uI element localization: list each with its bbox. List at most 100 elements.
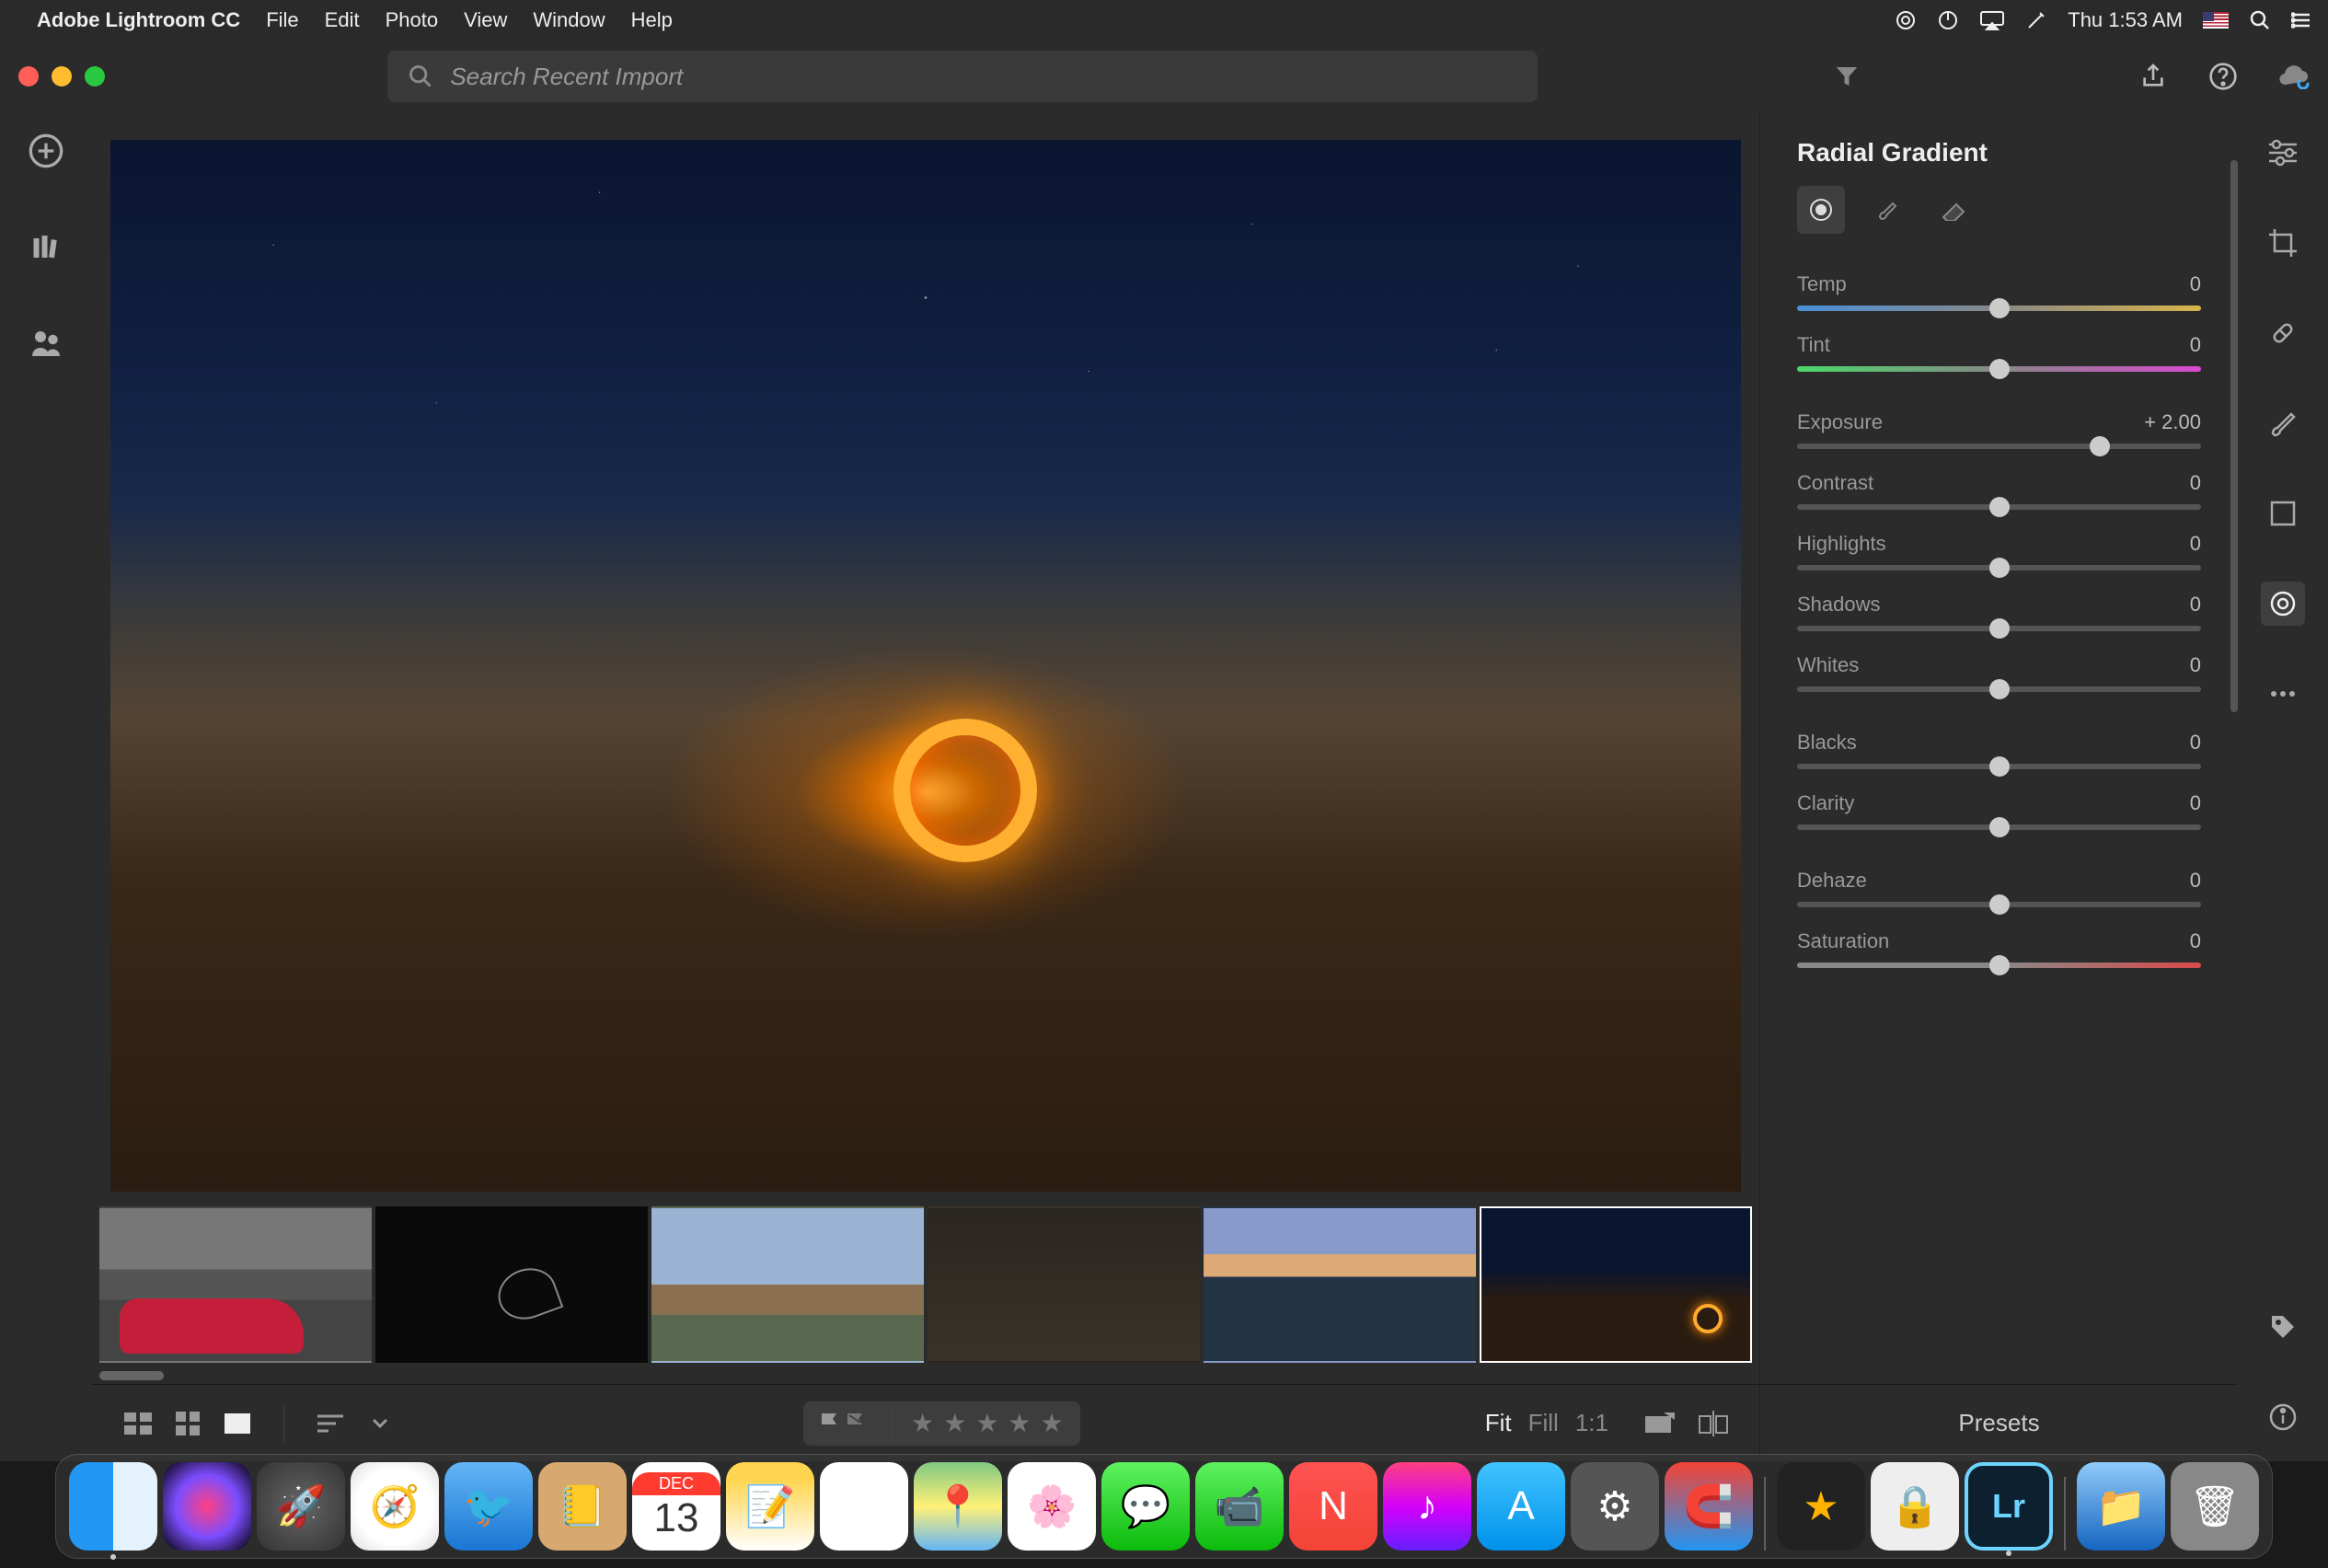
presets-button[interactable]: Presets: [1760, 1384, 2238, 1461]
square-grid-view-icon[interactable]: [169, 1409, 206, 1438]
spotlight-icon[interactable]: [2249, 9, 2271, 31]
dock-safari-icon[interactable]: 🧭: [351, 1462, 439, 1551]
slider-knob[interactable]: [1989, 817, 2010, 837]
menu-view[interactable]: View: [464, 8, 507, 32]
menu-help[interactable]: Help: [631, 8, 673, 32]
more-tools-icon[interactable]: [2261, 672, 2305, 716]
window-close-button[interactable]: [18, 66, 39, 86]
notification-center-icon[interactable]: [2291, 9, 2313, 31]
help-icon[interactable]: [2207, 60, 2240, 93]
star-icon[interactable]: ★: [1041, 1408, 1064, 1438]
input-source-flag[interactable]: [2203, 12, 2229, 29]
dock-maps-icon[interactable]: 📍: [914, 1462, 1002, 1551]
slider-track[interactable]: [1797, 963, 2201, 968]
star-icon[interactable]: ★: [943, 1408, 966, 1438]
dock-trash-icon[interactable]: 🗑: [2171, 1462, 2259, 1551]
slider-knob[interactable]: [1989, 497, 2010, 517]
dock-appstore-icon[interactable]: A: [1477, 1462, 1565, 1551]
slider-knob[interactable]: [1989, 894, 2010, 915]
sort-icon[interactable]: [312, 1409, 349, 1438]
app-name[interactable]: Adobe Lightroom CC: [37, 8, 240, 32]
show-original-icon[interactable]: [1642, 1409, 1678, 1438]
slider-track[interactable]: [1797, 686, 2201, 692]
slider-track[interactable]: [1797, 565, 2201, 571]
dock-downloads-icon[interactable]: 📁: [2077, 1462, 2165, 1551]
dock-reminders-icon[interactable]: ▤: [820, 1462, 908, 1551]
slider-track[interactable]: [1797, 824, 2201, 830]
filmstrip-scrollbar[interactable]: [99, 1371, 1752, 1384]
dock-calendar-icon[interactable]: DEC13: [632, 1462, 720, 1551]
star-icon[interactable]: ★: [911, 1408, 934, 1438]
menu-file[interactable]: File: [266, 8, 298, 32]
slider-knob[interactable]: [1989, 558, 2010, 578]
add-photos-button[interactable]: [26, 131, 66, 171]
dock-facetime-icon[interactable]: 📹: [1195, 1462, 1284, 1551]
zoom-fill[interactable]: Fill: [1528, 1409, 1559, 1437]
dock-imovie-icon[interactable]: ★: [1777, 1462, 1865, 1551]
main-photo[interactable]: [110, 140, 1741, 1192]
sharing-icon[interactable]: [26, 322, 66, 363]
radial-gradient-icon[interactable]: [2261, 582, 2305, 626]
menubar-clock[interactable]: Thu 1:53 AM: [2068, 8, 2183, 32]
dock-notes-icon[interactable]: 📝: [726, 1462, 814, 1551]
brush-mask-icon[interactable]: [1863, 186, 1911, 234]
dock-1password-icon[interactable]: 🔒: [1871, 1462, 1959, 1551]
photo-grid-view-icon[interactable]: [120, 1409, 156, 1438]
filmstrip-thumb[interactable]: [99, 1206, 372, 1363]
slider-knob[interactable]: [2090, 436, 2110, 456]
window-minimize-button[interactable]: [52, 66, 72, 86]
sort-dropdown-icon[interactable]: [362, 1409, 398, 1438]
slider-track[interactable]: [1797, 306, 2201, 311]
dock-sysprefs-icon[interactable]: ⚙︎: [1571, 1462, 1659, 1551]
brush-tool-icon[interactable]: [2261, 401, 2305, 445]
info-icon[interactable]: [2261, 1395, 2305, 1439]
slider-track[interactable]: [1797, 504, 2201, 510]
cloud-sync-icon[interactable]: [2276, 60, 2310, 93]
filmstrip-thumb[interactable]: [1204, 1206, 1476, 1363]
slider-track[interactable]: [1797, 764, 2201, 769]
filmstrip-thumb[interactable]: [375, 1206, 648, 1363]
dock-lightroom-icon[interactable]: Lr: [1965, 1462, 2053, 1551]
compare-view-icon[interactable]: [1695, 1409, 1732, 1438]
radial-mask-icon[interactable]: [1797, 186, 1845, 234]
slider-knob[interactable]: [1989, 756, 2010, 777]
star-icon[interactable]: ★: [1008, 1408, 1031, 1438]
linear-gradient-icon[interactable]: [2261, 491, 2305, 536]
crop-icon[interactable]: [2261, 221, 2305, 265]
filmstrip-thumb-selected[interactable]: [1480, 1206, 1752, 1363]
menu-edit[interactable]: Edit: [325, 8, 360, 32]
edit-sliders-icon[interactable]: [2261, 131, 2305, 175]
slider-knob[interactable]: [1989, 618, 2010, 639]
dock-itunes-icon[interactable]: ♪: [1383, 1462, 1471, 1551]
filmstrip-thumb[interactable]: [651, 1206, 924, 1363]
slider-knob[interactable]: [1989, 298, 2010, 318]
dock-contacts-icon[interactable]: 📒: [538, 1462, 627, 1551]
slider-knob[interactable]: [1989, 679, 2010, 699]
menu-photo[interactable]: Photo: [386, 8, 439, 32]
dock-launchpad-icon[interactable]: 🚀: [257, 1462, 345, 1551]
share-icon[interactable]: [2137, 60, 2170, 93]
star-icon[interactable]: ★: [975, 1408, 998, 1438]
search-input[interactable]: Search Recent Import: [387, 51, 1538, 102]
panel-scrollbar[interactable]: [2230, 160, 2238, 1305]
zoom-1to1[interactable]: 1:1: [1575, 1409, 1608, 1437]
slider-track[interactable]: [1797, 902, 2201, 907]
dock-finder-icon[interactable]: [69, 1462, 157, 1551]
slider-track[interactable]: [1797, 626, 2201, 631]
power-icon[interactable]: [1937, 9, 1959, 31]
dock-mail-icon[interactable]: 🐦: [444, 1462, 533, 1551]
tool-icon[interactable]: [2025, 9, 2047, 31]
cc-status-icon[interactable]: [1895, 9, 1917, 31]
airplay-icon[interactable]: [1979, 10, 2005, 30]
dock-photos-icon[interactable]: 🌸: [1008, 1462, 1096, 1551]
slider-track[interactable]: [1797, 444, 2201, 449]
dock-magnet-icon[interactable]: 🧲: [1665, 1462, 1753, 1551]
dock-siri-icon[interactable]: [163, 1462, 251, 1551]
flag-pick-icon[interactable]: [820, 1412, 840, 1435]
menu-window[interactable]: Window: [533, 8, 605, 32]
filter-icon[interactable]: [1830, 60, 1863, 93]
dock-news-icon[interactable]: N: [1289, 1462, 1377, 1551]
dock-messages-icon[interactable]: 💬: [1101, 1462, 1190, 1551]
keywords-tag-icon[interactable]: [2261, 1305, 2305, 1349]
slider-knob[interactable]: [1989, 955, 2010, 975]
